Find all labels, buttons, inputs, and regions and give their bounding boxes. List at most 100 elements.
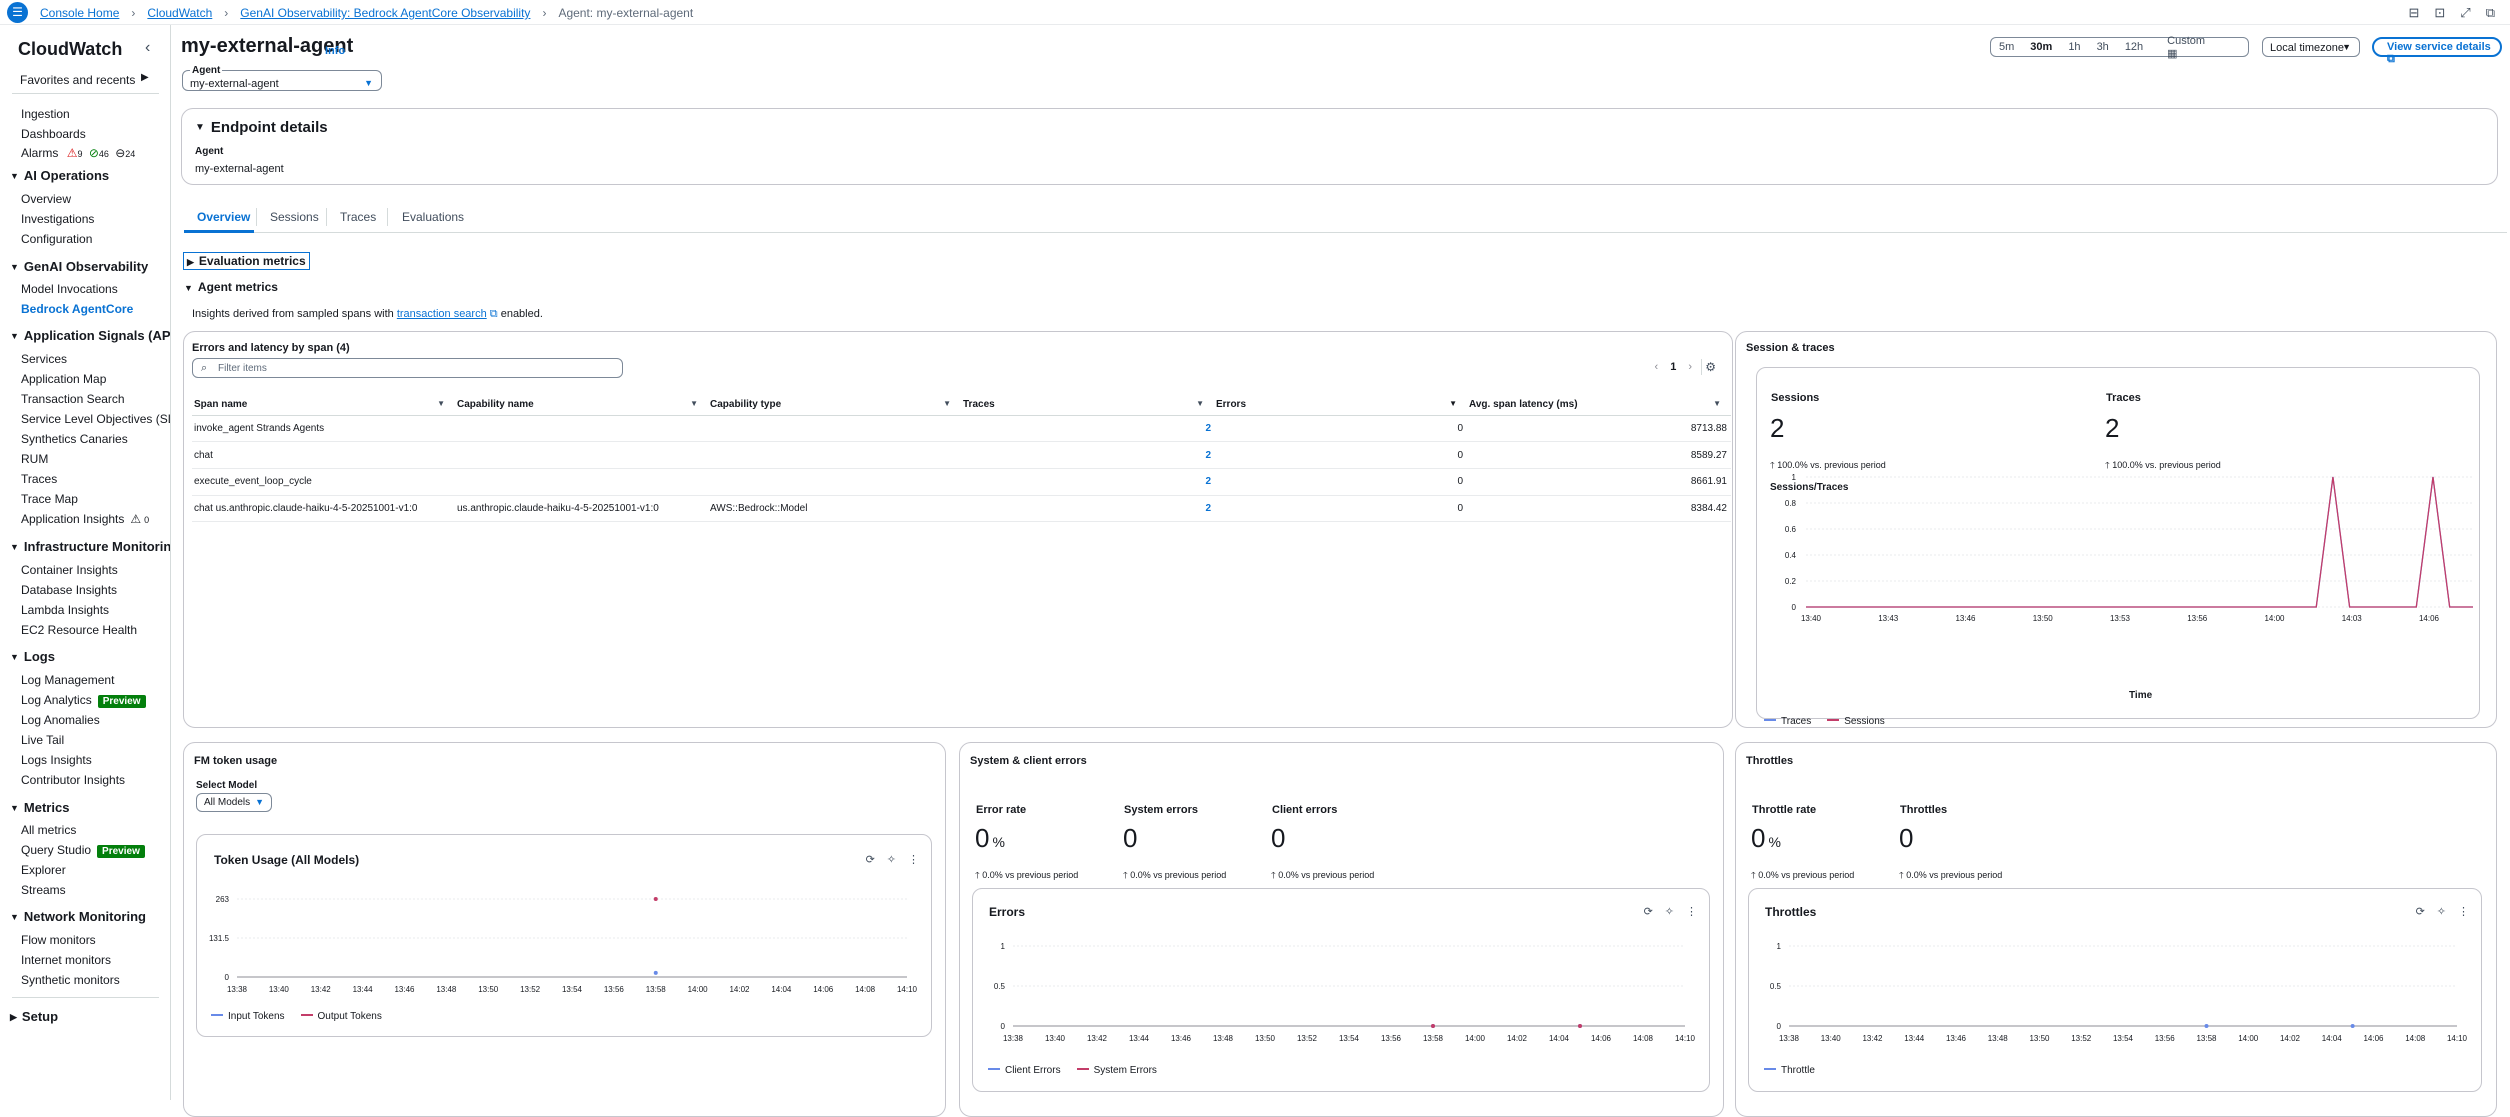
time-3h[interactable]: 3h: [2089, 41, 2117, 53]
legend-traces[interactable]: Traces: [1764, 716, 1811, 727]
time-5m[interactable]: 5m: [1991, 41, 2022, 53]
col-capability-name[interactable]: Capability name ▼: [455, 394, 708, 416]
sidebar-item-flow-monitors[interactable]: Flow monitors: [21, 933, 96, 947]
refresh-icon[interactable]: ⟳: [866, 854, 887, 866]
col-span-name[interactable]: Span name ▼: [192, 394, 455, 416]
prev-page-icon[interactable]: ‹: [1655, 361, 1659, 373]
sidebar-item-query-studio[interactable]: Query Studio Preview: [21, 843, 145, 858]
sidebar-item-traces[interactable]: Traces: [21, 472, 57, 486]
sidebar-section-setup[interactable]: ▶ Setup: [10, 1009, 58, 1024]
sidebar-item-dashboards[interactable]: Dashboards: [21, 127, 86, 141]
sidebar-item-logs-insights[interactable]: Logs Insights: [21, 753, 92, 767]
evaluation-metrics-toggle[interactable]: ▶ Evaluation metrics: [183, 252, 310, 270]
sparkle-icon[interactable]: ✧: [887, 854, 908, 866]
sidebar-item-trace-map[interactable]: Trace Map: [21, 492, 78, 506]
legend-output-tokens[interactable]: Output Tokens: [300, 1011, 382, 1022]
next-page-icon[interactable]: ›: [1688, 361, 1692, 373]
more-options-icon[interactable]: ⋮: [1686, 906, 1709, 918]
chevron-left-icon[interactable]: ‹: [145, 39, 150, 57]
more-options-icon[interactable]: ⋮: [908, 854, 931, 866]
sidebar-item-bedrock-agentcore[interactable]: Bedrock AgentCore: [21, 302, 133, 316]
col-traces[interactable]: Traces ▼: [961, 394, 1214, 416]
breadcrumb-genai[interactable]: GenAI Observability: Bedrock AgentCore O…: [240, 6, 530, 20]
sidebar-item-slo[interactable]: Service Level Objectives (SLO): [21, 412, 170, 426]
legend-client-errors[interactable]: Client Errors: [988, 1065, 1061, 1076]
sidebar-item-container-insights[interactable]: Container Insights: [21, 563, 118, 577]
sparkle-icon[interactable]: ✧: [2437, 906, 2458, 918]
sidebar-item-overview[interactable]: Overview: [21, 192, 71, 206]
sidebar-favorites[interactable]: Favorites and recents: [20, 73, 135, 87]
time-30m[interactable]: 30m: [2022, 41, 2060, 53]
sidebar-item-rum[interactable]: RUM: [21, 452, 48, 466]
sidebar-item-configuration[interactable]: Configuration: [21, 232, 92, 246]
tab-overview[interactable]: Overview: [197, 210, 250, 224]
view-service-details-button[interactable]: View service details ⧉: [2372, 37, 2502, 65]
tab-traces[interactable]: Traces: [340, 210, 376, 224]
legend-throttle[interactable]: Throttle: [1764, 1065, 1815, 1076]
sidebar-item-lambda-insights[interactable]: Lambda Insights: [21, 603, 109, 617]
sidebar-item-investigations[interactable]: Investigations: [21, 212, 94, 226]
cell-traces-link[interactable]: 2: [961, 415, 1214, 443]
sidebar-item-database-insights[interactable]: Database Insights: [21, 583, 117, 597]
page-number[interactable]: 1: [1670, 361, 1676, 373]
fullscreen-icon[interactable]: ⤢: [2460, 5, 2470, 21]
sidebar-item-application-map[interactable]: Application Map: [21, 372, 106, 386]
caret-right-icon[interactable]: ▶: [141, 72, 149, 83]
refresh-icon[interactable]: ⟳: [1644, 906, 1665, 918]
sidebar-section-ai-operations[interactable]: ▼ AI Operations: [10, 168, 109, 183]
sidebar-item-live-tail[interactable]: Live Tail: [21, 733, 64, 747]
breadcrumb-cloudwatch[interactable]: CloudWatch: [147, 6, 212, 20]
sidebar-item-internet-monitors[interactable]: Internet monitors: [21, 953, 111, 967]
sidebar-section-network[interactable]: ▼ Network Monitoring: [10, 909, 146, 924]
sidebar-item-all-metrics[interactable]: All metrics: [21, 823, 76, 837]
agent-metrics-toggle[interactable]: ▼ Agent metrics: [184, 280, 278, 294]
sidebar-item-ingestion[interactable]: Ingestion: [21, 107, 70, 121]
time-custom[interactable]: Custom ▦: [2151, 35, 2248, 60]
legend-system-errors[interactable]: System Errors: [1076, 1065, 1157, 1076]
legend-sessions[interactable]: Sessions: [1827, 716, 1885, 727]
breadcrumb-console-home[interactable]: Console Home: [40, 6, 119, 20]
col-latency[interactable]: Avg. span latency (ms) ▼: [1467, 394, 1731, 416]
col-capability-type[interactable]: Capability type ▼: [708, 394, 961, 416]
cell-traces-link[interactable]: 2: [961, 468, 1214, 496]
sidebar-item-synthetic-monitors[interactable]: Synthetic monitors: [21, 973, 120, 987]
sparkle-icon[interactable]: ✧: [1665, 906, 1686, 918]
sidebar-item-synthetics[interactable]: Synthetics Canaries: [21, 432, 128, 446]
sidebar-item-services[interactable]: Services: [21, 352, 67, 366]
sidebar-item-log-management[interactable]: Log Management: [21, 673, 114, 687]
sidebar-item-streams[interactable]: Streams: [21, 883, 66, 897]
cell-traces-link[interactable]: 2: [961, 495, 1214, 523]
model-select[interactable]: All Models ▼: [196, 793, 272, 812]
settings-gear-icon[interactable]: ⚙: [1705, 360, 1716, 374]
sidebar-item-model-invocations[interactable]: Model Invocations: [21, 282, 118, 296]
timezone-select[interactable]: Local timezone ▼: [2262, 37, 2360, 57]
sidebar-item-transaction-search[interactable]: Transaction Search: [21, 392, 125, 406]
tab-evaluations[interactable]: Evaluations: [402, 210, 464, 224]
legend-input-tokens[interactable]: Input Tokens: [211, 1011, 285, 1022]
time-1h[interactable]: 1h: [2060, 41, 2088, 53]
split-panel-icon[interactable]: ⊟: [2408, 5, 2419, 21]
more-options-icon[interactable]: ⋮: [2458, 906, 2481, 918]
sidebar-item-ec2-health[interactable]: EC2 Resource Health: [21, 623, 137, 637]
time-12h[interactable]: 12h: [2117, 41, 2151, 53]
sidebar-item-alarms[interactable]: Alarms ⚠9 ⊘46 ⊖24: [21, 146, 135, 160]
sidebar-section-logs[interactable]: ▼ Logs: [10, 649, 55, 664]
tab-sessions[interactable]: Sessions: [270, 210, 319, 224]
info-link[interactable]: Info: [325, 45, 345, 57]
notifications-icon[interactable]: ⊡: [2434, 5, 2445, 21]
external-icon[interactable]: ⧉: [2486, 5, 2495, 21]
sidebar-section-metrics[interactable]: ▼ Metrics: [10, 800, 69, 815]
sidebar-item-contributor-insights[interactable]: Contributor Insights: [21, 773, 125, 787]
sidebar-item-log-anomalies[interactable]: Log Anomalies: [21, 713, 100, 727]
refresh-icon[interactable]: ⟳: [2416, 906, 2437, 918]
sidebar-section-apm[interactable]: ▼ Application Signals (APM): [10, 328, 170, 343]
sidebar-item-explorer[interactable]: Explorer: [21, 863, 66, 877]
col-errors[interactable]: Errors ▼: [1214, 394, 1467, 416]
sidebar-section-genai[interactable]: ▼ GenAI Observability: [10, 259, 148, 274]
sidebar-item-application-insights[interactable]: Application Insights ⚠ 0: [21, 512, 149, 526]
cell-traces-link[interactable]: 2: [961, 441, 1214, 469]
endpoint-details-toggle[interactable]: ▼ Endpoint details: [195, 119, 328, 136]
transaction-search-link[interactable]: transaction search: [397, 308, 487, 320]
menu-icon[interactable]: ☰: [7, 2, 28, 23]
sidebar-item-log-analytics[interactable]: Log Analytics Preview: [21, 693, 146, 708]
